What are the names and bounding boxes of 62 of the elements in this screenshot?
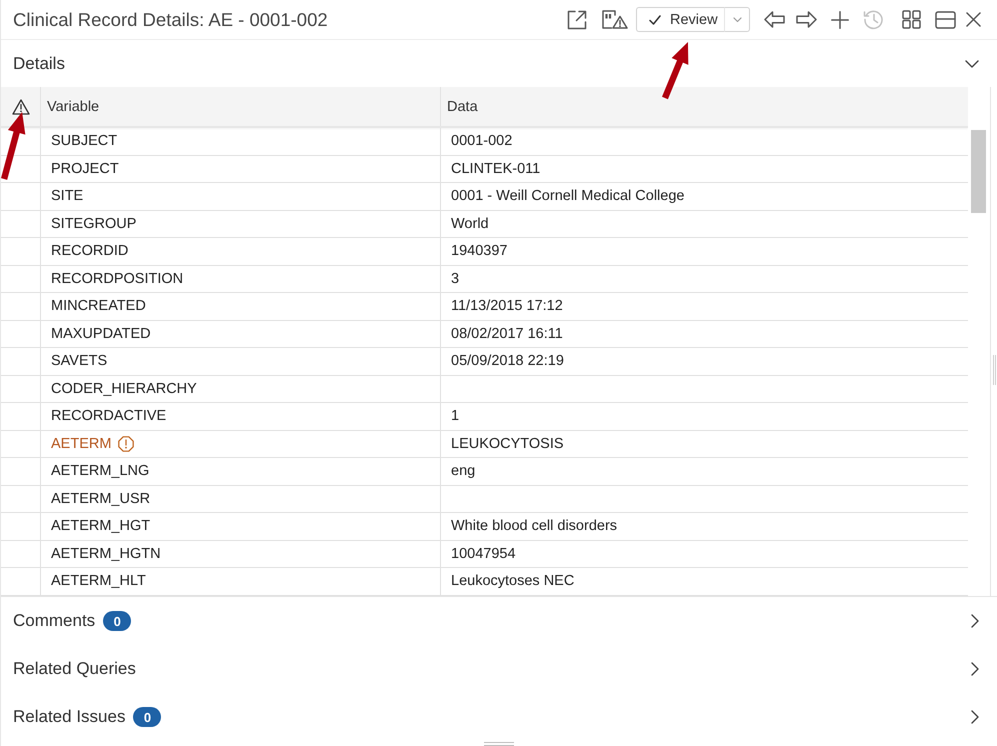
table-cell: SITE — [41, 183, 441, 210]
table-cell: 11/13/2015 17:12 — [441, 293, 968, 320]
alert-icon — [118, 436, 134, 452]
annotation-arrow — [1, 112, 26, 180]
table-cell: RECORDACTIVE — [41, 403, 441, 430]
section-title[interactable]: Details — [13, 54, 65, 74]
count-badge: 0 — [133, 707, 162, 727]
column-header: Data — [446, 98, 479, 116]
section-title[interactable]: Related Queries — [13, 659, 136, 679]
arrow-left-icon — [764, 11, 784, 28]
external-link-icon — [567, 10, 587, 30]
table-cell: AETERM_USR — [41, 486, 441, 513]
table-cell: White blood cell disorders — [441, 513, 968, 540]
table-cell: LEUKOCYTOSIS — [441, 430, 968, 458]
resize-handle[interactable] — [484, 742, 514, 746]
table-cell: SUBJECT — [41, 128, 441, 156]
quote-warning-icon — [602, 10, 628, 29]
table-cell: PROJECT — [41, 156, 441, 183]
chevron-right-icon[interactable] — [971, 662, 979, 676]
table-cell: 1940397 — [441, 238, 968, 266]
table-cell: 0001 - Weill Cornell Medical College — [441, 183, 968, 210]
caret-icon — [732, 16, 742, 22]
table-cell: 10047954 — [441, 540, 968, 568]
table-cell: RECORDPOSITION — [41, 266, 441, 293]
table-cell: AETERM_LNG — [41, 458, 441, 486]
dashboard-icon — [902, 10, 920, 29]
annotation-arrow — [662, 42, 688, 100]
table-cell: 1 — [441, 403, 968, 430]
table-cell: 05/09/2018 22:19 — [441, 348, 968, 376]
review-button[interactable]: Review — [636, 7, 725, 32]
table-cell: RECORDID — [41, 238, 441, 266]
table-cell: AETERM_HGTN — [41, 540, 441, 568]
variable-name: AETERM — [51, 436, 112, 452]
table-cell: AETERM_HLT — [41, 568, 441, 596]
table-cell: 3 — [441, 266, 968, 293]
column-header: Variable — [41, 87, 441, 126]
chevron-down-icon[interactable] — [965, 60, 979, 68]
layout-icon — [934, 10, 956, 28]
table-cell: MINCREATED — [41, 293, 441, 320]
table-cell: CODER_HIERARCHY — [41, 376, 441, 403]
table-cell: 0001-002 — [441, 128, 968, 156]
section-title[interactable]: Comments — [13, 611, 96, 631]
table-cell: 08/02/2017 16:11 — [441, 320, 968, 348]
chevron-right-icon[interactable] — [971, 710, 979, 724]
table-cell: SITEGROUP — [41, 210, 441, 238]
table-cell: World — [441, 210, 968, 238]
arrow-right-icon — [796, 11, 816, 28]
table-cell: MAXUPDATED — [41, 320, 441, 348]
check-icon — [649, 14, 661, 24]
close-icon — [966, 12, 980, 27]
scrollbar-thumb[interactable] — [971, 130, 986, 213]
chevron-right-icon[interactable] — [971, 614, 979, 628]
table-cell: eng — [441, 458, 968, 486]
warning-icon — [12, 98, 30, 114]
table-cell: CLINTEK-011 — [441, 156, 968, 183]
count-badge: 0 — [103, 611, 132, 631]
table-cell: Leukocytoses NEC — [441, 568, 968, 596]
plus-icon — [831, 10, 849, 28]
table-cell: SAVETS — [41, 348, 441, 376]
section-title[interactable]: Related Issues — [13, 707, 126, 727]
window-title: Clinical Record Details: AE - 0001-002 — [13, 8, 329, 30]
table-cell: AETERM_HGT — [41, 513, 441, 540]
